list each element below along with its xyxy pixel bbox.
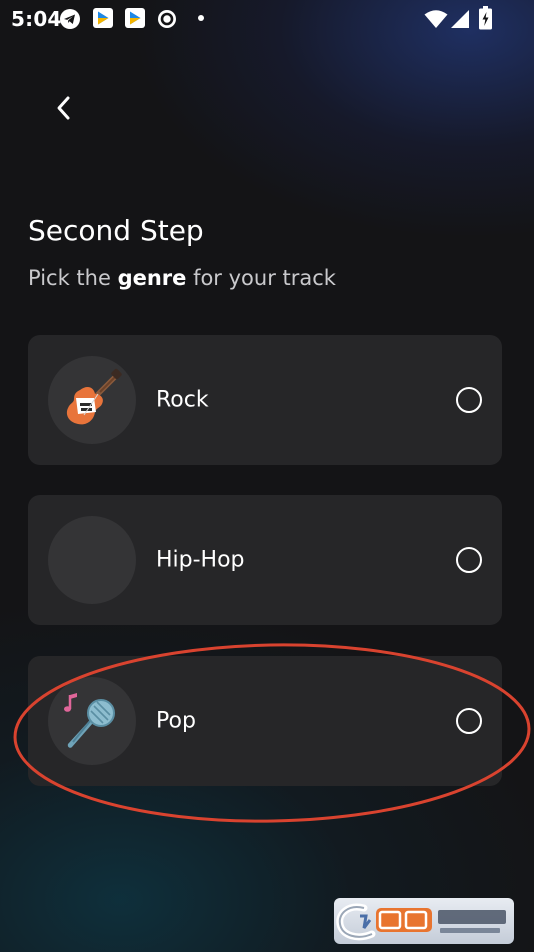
genre-avatar xyxy=(48,677,136,765)
page-subtitle: Pick the genre for your track xyxy=(28,266,336,290)
dot-icon xyxy=(198,15,204,21)
radio-button[interactable] xyxy=(456,547,482,573)
radio-button[interactable] xyxy=(456,387,482,413)
page-title: Second Step xyxy=(28,214,204,247)
battery-charging-icon xyxy=(479,6,492,34)
signal-icon xyxy=(450,9,470,33)
back-button[interactable] xyxy=(44,88,84,128)
genre-label: Pop xyxy=(156,708,196,734)
telegram-icon xyxy=(59,8,81,34)
subtitle-emphasis: genre xyxy=(117,266,187,290)
microphone-icon xyxy=(64,693,115,748)
genre-card-pop[interactable]: Pop xyxy=(28,656,502,786)
subtitle-suffix: for your track xyxy=(186,266,336,290)
status-time: 5:04 xyxy=(11,7,62,31)
subtitle-prefix: Pick the xyxy=(28,266,118,290)
play-store-icon xyxy=(93,8,113,32)
chevron-left-icon xyxy=(57,96,70,120)
status-bar: 5:04 xyxy=(0,0,534,36)
watermark-logo xyxy=(334,898,514,944)
wifi-icon xyxy=(424,9,448,33)
circle-status-icon xyxy=(157,9,177,33)
play-store-icon xyxy=(125,8,145,32)
genre-label: Hip-Hop xyxy=(156,547,245,573)
genre-card-rock[interactable]: Rock xyxy=(28,335,502,465)
genre-avatar xyxy=(48,356,136,444)
genre-card-hip-hop[interactable]: Hip-Hop xyxy=(28,495,502,625)
genre-label: Rock xyxy=(156,387,209,413)
radio-button[interactable] xyxy=(456,708,482,734)
genre-avatar xyxy=(48,516,136,604)
electric-guitar-icon xyxy=(66,368,122,425)
